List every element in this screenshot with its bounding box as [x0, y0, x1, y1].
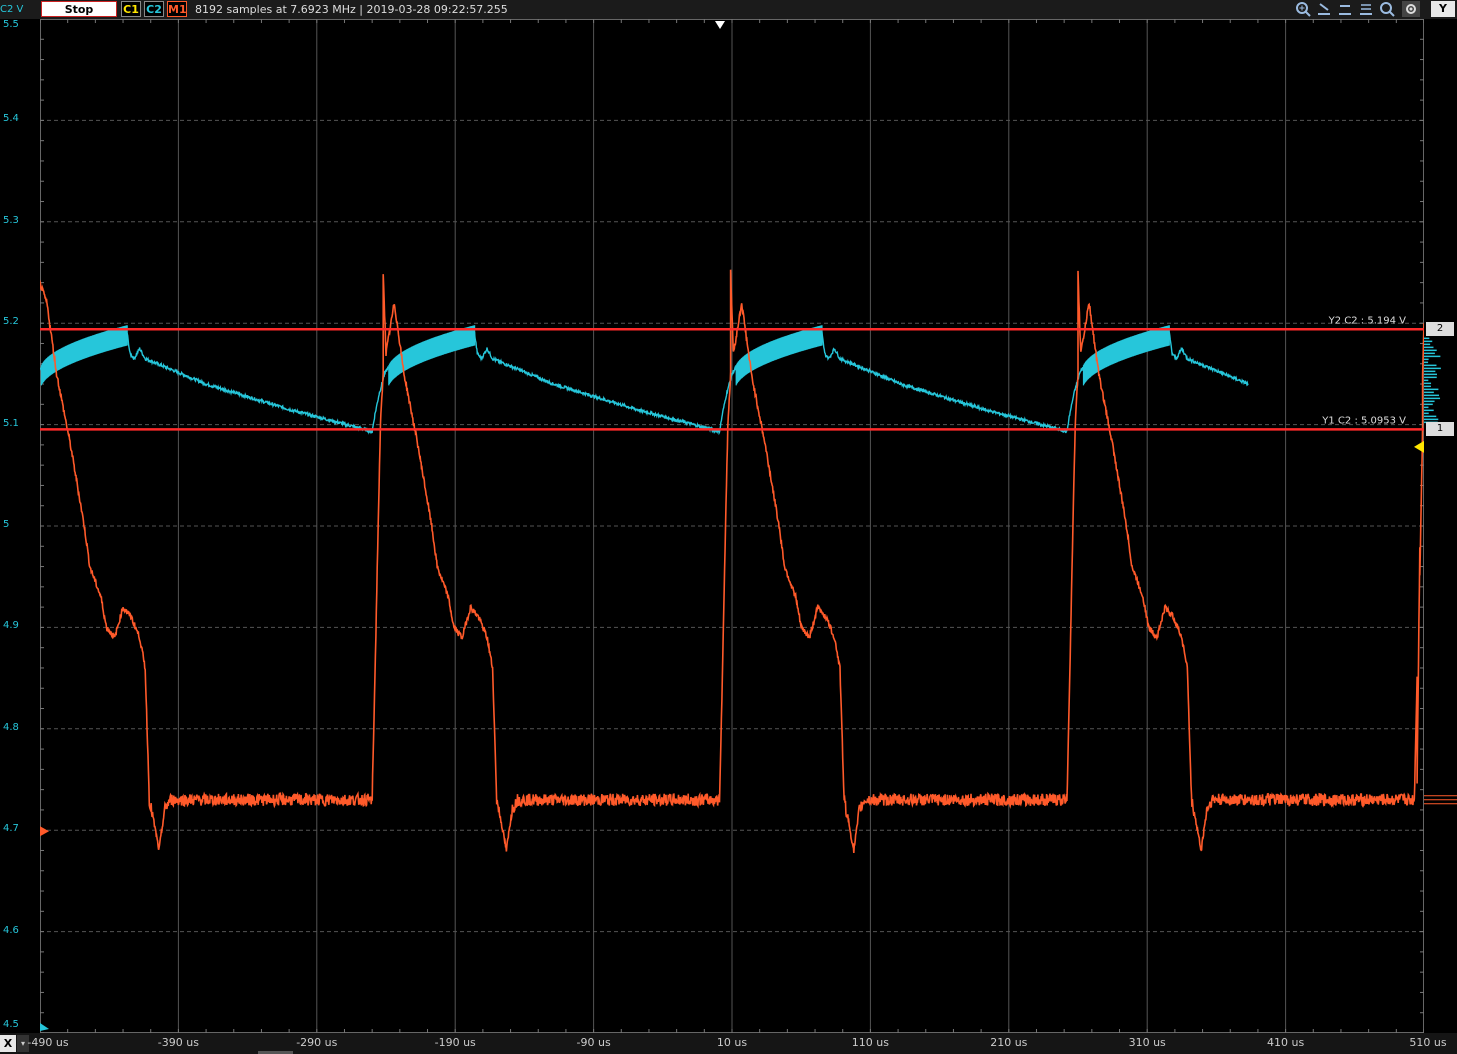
top-toolbar: C2 V Stop C1 C2 M1 8192 samples at 7.692… [0, 0, 1457, 19]
x-tick-label: -390 us [157, 1036, 199, 1049]
channel-m1-button[interactable]: M1 [167, 1, 187, 17]
y-tick-label: 5.4 [3, 113, 19, 125]
x-tick-label: 410 us [1266, 1036, 1305, 1049]
series-c2-line [40, 330, 1249, 436]
x-tick-label: -490 us [27, 1036, 69, 1049]
y-axis-channel-label: C2 V [0, 4, 24, 15]
x-tick-label: 110 us [851, 1036, 889, 1049]
channel-c2-button[interactable]: C2 [144, 1, 164, 17]
x-tick-label: 510 us [1409, 1036, 1447, 1049]
trigger-position-marker [715, 21, 725, 29]
y-tick-label: 4.7 [3, 823, 19, 835]
bottom-bar: X ▾ -490 us -390 us -290 us -190 us -90 us 10… [0, 1033, 1457, 1054]
channel-c1-button[interactable]: C1 [121, 1, 141, 17]
settings-icon[interactable] [1402, 1, 1420, 17]
stop-button[interactable]: Stop [41, 1, 117, 17]
y-tick-label: 5 [3, 519, 10, 530]
cursor-tag-y1[interactable]: 1 [1426, 422, 1454, 437]
c2-offset-marker [40, 1023, 49, 1031]
y-tick-label: 5.3 [3, 214, 19, 226]
cursor-x2-icon[interactable] [1336, 1, 1354, 17]
waveform-plot[interactable]: Y2 C2 : 5.194 V Y1 C2 : 5.0953 V [40, 19, 1424, 1033]
y-tick-label: 5.2 [3, 316, 19, 328]
x-tick-label: 10 us [716, 1036, 748, 1049]
m1-offset-marker [40, 826, 49, 837]
cursor-label-y2: Y2 C2 : 5.194 V [1328, 315, 1407, 326]
x-tick-label: -290 us [296, 1036, 338, 1049]
x-tick-label: 210 us [990, 1036, 1028, 1049]
y-axis: 5.5 5.4 5.3 5.2 5.1 5 4.9 4.8 4.7 4.6 4.5 [0, 19, 40, 1033]
y-tick-label: 4.5 [3, 1019, 19, 1030]
cursor-x3-icon[interactable] [1357, 1, 1375, 17]
y-tick-label: 4.9 [3, 620, 19, 632]
y-tick-label: 5.1 [3, 417, 19, 429]
y-tick-label: 5.5 [3, 19, 19, 30]
acquisition-info: 8192 samples at 7.6923 MHz | 2019-03-28 … [195, 3, 508, 16]
x-tick-label: -90 us [576, 1036, 611, 1049]
cursor-label-y1: Y1 C2 : 5.0953 V [1321, 415, 1406, 426]
cursor-x1-icon[interactable] [1315, 1, 1333, 17]
right-strip [1424, 19, 1457, 1033]
zoom-in-icon[interactable] [1294, 1, 1312, 17]
y-tick-label: 4.8 [3, 721, 19, 733]
y-axis-button[interactable]: Y [1431, 1, 1455, 17]
cursor-tag-y2[interactable]: 2 [1426, 322, 1454, 337]
plot-area[interactable]: Y2 C2 : 5.194 V Y1 C2 : 5.0953 V [40, 19, 1424, 1033]
zoom-out-icon[interactable] [1378, 1, 1396, 17]
x-axis-button[interactable]: X [0, 1035, 16, 1052]
x-tick-label: -190 us [434, 1036, 476, 1049]
y-tick-label: 4.6 [3, 924, 19, 936]
trigger-level-marker [1414, 440, 1424, 453]
histogram [1424, 337, 1457, 805]
x-tick-label: 310 us [1128, 1036, 1166, 1049]
